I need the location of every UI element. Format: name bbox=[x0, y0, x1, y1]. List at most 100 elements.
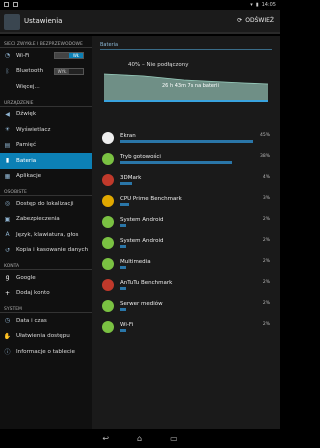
usage-name: AnTuTu Benchmark bbox=[120, 280, 173, 286]
android-system-icon bbox=[102, 216, 114, 228]
sidebar-item-label: Zabezpieczenia bbox=[16, 216, 60, 223]
sidebar-item-security[interactable]: ▣ Zabezpieczenia bbox=[0, 212, 92, 228]
refresh-label: ODŚWIEŻ bbox=[245, 17, 274, 24]
settings-app-icon bbox=[4, 14, 20, 30]
sidebar-item-bluetooth[interactable]: ᛒ Bluetooth WYŁ bbox=[0, 64, 92, 80]
graph-duration-label: 26 h 43m 7s na baterii bbox=[162, 83, 219, 89]
battery-usage-row[interactable]: System Android 2% bbox=[100, 235, 272, 255]
toggle-on-part bbox=[69, 68, 83, 74]
usage-name: System Android bbox=[120, 217, 164, 223]
sidebar-item-about[interactable]: ⓘ Informacje o tablecie bbox=[0, 344, 92, 360]
usage-bar bbox=[120, 140, 254, 143]
speaker-icon: ◀ bbox=[5, 110, 10, 118]
battery-usage-row[interactable]: CPU Prime Benchmark 3% bbox=[100, 193, 272, 213]
sidebar-item-backup[interactable]: ↺ Kopia i kasowanie danych bbox=[0, 243, 92, 259]
refresh-icon: ⟳ bbox=[237, 17, 243, 24]
multimedia-icon bbox=[102, 258, 114, 270]
battery-icon: ▮ bbox=[255, 2, 259, 8]
wifi-toggle[interactable]: WŁ bbox=[54, 52, 84, 60]
sidebar-item-accessibility[interactable]: ✋ Ułatwienia dostępu bbox=[0, 329, 92, 345]
sidebar-item-language[interactable]: A Język, klawiatura, głos bbox=[0, 227, 92, 243]
wifi-signal-icon: ▾ bbox=[250, 2, 253, 8]
action-bar: Ustawienia ⟳ ODŚWIEŻ bbox=[0, 10, 280, 34]
sidebar-item-google[interactable]: g Google bbox=[0, 270, 92, 286]
usage-percent: 2% bbox=[262, 259, 270, 264]
battery-usage-row[interactable]: Multimedia 2% bbox=[100, 256, 272, 276]
accessibility-icon: ✋ bbox=[3, 332, 12, 340]
status-bar: ▾ ▮ 14:05 bbox=[0, 0, 280, 10]
sidebar-item-sound[interactable]: ◀ Dźwięk bbox=[0, 107, 92, 123]
usage-percent: 2% bbox=[262, 238, 270, 243]
brightness-icon: ☀ bbox=[4, 126, 11, 134]
refresh-button[interactable]: ⟳ ODŚWIEŻ bbox=[237, 17, 274, 24]
section-personal: OSOBISTE bbox=[0, 184, 92, 196]
battery-usage-row[interactable]: Wi-Fi 2% bbox=[100, 319, 272, 339]
back-icon[interactable]: ↩ bbox=[102, 434, 109, 443]
usage-bar bbox=[120, 287, 126, 290]
usage-percent: 2% bbox=[262, 280, 270, 285]
battery-icon: ▮ bbox=[5, 157, 10, 165]
sidebar-item-add-account[interactable]: + Dodaj konto bbox=[0, 286, 92, 302]
usage-name: Tryb gotowości bbox=[120, 154, 161, 160]
usage-bar bbox=[120, 224, 126, 227]
usage-bar bbox=[120, 308, 126, 311]
navigation-bar: ↩ ⌂ ▭ bbox=[0, 429, 280, 448]
toggle-off-part bbox=[55, 53, 69, 59]
battery-usage-row[interactable]: AnTuTu Benchmark 2% bbox=[100, 277, 272, 297]
usage-bar bbox=[120, 203, 129, 206]
backup-icon: ↺ bbox=[4, 246, 11, 254]
battery-panel: Bateria 40% – Nie podłączony 26 h 43m 7s… bbox=[92, 36, 280, 429]
usage-name: 3DMark bbox=[120, 175, 142, 181]
graph-baseline bbox=[104, 100, 268, 102]
sidebar-item-label: Bluetooth bbox=[16, 68, 44, 75]
sidebar-item-label: Aplikacje bbox=[16, 173, 42, 180]
usage-percent: 38% bbox=[259, 154, 270, 159]
usage-bar bbox=[120, 161, 233, 164]
bluetooth-toggle[interactable]: WYŁ bbox=[54, 67, 84, 75]
battery-usage-row[interactable]: Serwer mediów 2% bbox=[100, 298, 272, 318]
battery-usage-row[interactable]: Ekran 45% bbox=[100, 130, 272, 150]
app-title: Ustawienia bbox=[24, 17, 63, 25]
section-system: SYSTEM bbox=[0, 301, 92, 313]
battery-usage-row[interactable]: System Android 2% bbox=[100, 214, 272, 234]
sidebar-item-date-time[interactable]: ◷ Data i czas bbox=[0, 313, 92, 329]
lock-icon: ▣ bbox=[4, 215, 11, 223]
sidebar-item-label: Google bbox=[16, 274, 36, 281]
sidebar-item-battery[interactable]: ▮ Bateria bbox=[0, 153, 92, 169]
usage-bar bbox=[120, 329, 126, 332]
toggle-on-label: WŁ bbox=[69, 53, 83, 59]
sidebar-item-label: Informacje o tablecie bbox=[16, 348, 75, 355]
battery-status-text: 40% – Nie podłączony bbox=[128, 62, 189, 68]
panel-title: Bateria bbox=[100, 42, 119, 48]
settings-sidebar: SIECI ZWYKŁE I BEZPRZEWODOWE ◔ Wi-Fi WŁ … bbox=[0, 36, 92, 429]
cpu-benchmark-icon bbox=[102, 195, 114, 207]
screen-icon bbox=[102, 132, 114, 144]
usage-name: System Android bbox=[120, 238, 164, 244]
sidebar-item-location[interactable]: ◎ Dostęp do lokalizacji bbox=[0, 196, 92, 212]
usage-percent: 45% bbox=[259, 133, 270, 138]
sidebar-item-display[interactable]: ☀ Wyświetlacz bbox=[0, 122, 92, 138]
sidebar-item-apps[interactable]: ▦ Aplikacje bbox=[0, 169, 92, 185]
android-system-icon bbox=[102, 237, 114, 249]
clock-icon: ◷ bbox=[4, 317, 11, 325]
sidebar-item-more[interactable]: Więcej... bbox=[0, 79, 92, 95]
home-icon[interactable]: ⌂ bbox=[137, 434, 142, 443]
usage-percent: 2% bbox=[262, 217, 270, 222]
add-icon: + bbox=[4, 289, 11, 297]
usage-percent: 3% bbox=[262, 196, 270, 201]
recents-icon[interactable]: ▭ bbox=[170, 434, 178, 443]
battery-usage-row[interactable]: 3DMark 4% bbox=[100, 172, 272, 192]
sidebar-item-label: Bateria bbox=[16, 157, 37, 164]
battery-usage-row[interactable]: Tryb gotowości 38% bbox=[100, 151, 272, 171]
sidebar-item-wifi[interactable]: ◔ Wi-Fi WŁ bbox=[0, 48, 92, 64]
usage-percent: 4% bbox=[262, 175, 270, 180]
location-icon: ◎ bbox=[4, 200, 11, 208]
header-divider bbox=[100, 49, 272, 50]
sidebar-item-storage[interactable]: ▤ Pamięć bbox=[0, 138, 92, 154]
section-network: SIECI ZWYKŁE I BEZPRZEWODOWE bbox=[0, 36, 92, 48]
wifi-icon: ◔ bbox=[4, 52, 11, 60]
usage-name: Ekran bbox=[120, 133, 136, 139]
media-server-icon bbox=[102, 300, 114, 312]
sidebar-item-label: Wyświetlacz bbox=[16, 126, 51, 133]
standby-icon bbox=[102, 153, 114, 165]
